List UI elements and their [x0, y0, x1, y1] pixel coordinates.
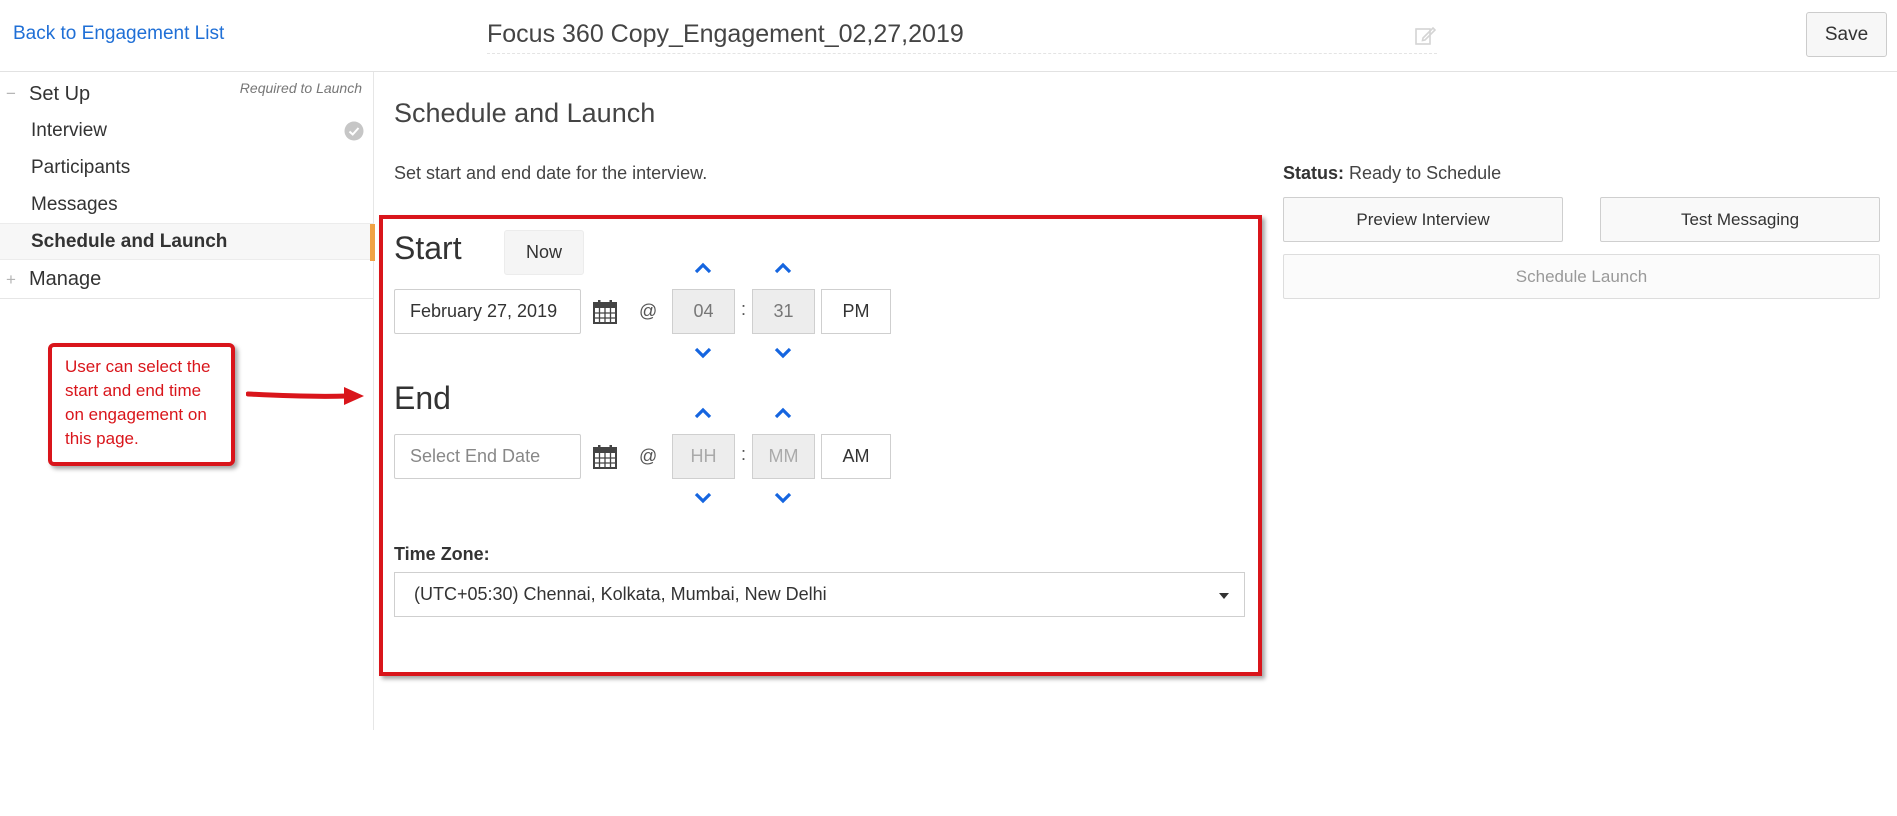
dropdown-caret-icon	[1219, 593, 1229, 599]
setup-section-header[interactable]: − Set Up Required to Launch	[0, 80, 374, 108]
hour-increment-chevron-up-icon[interactable]	[693, 406, 713, 420]
status-text: Status: Ready to Schedule	[1283, 163, 1501, 184]
collapse-icon[interactable]: −	[6, 84, 16, 104]
check-circle-icon	[344, 121, 364, 140]
page-title: Schedule and Launch	[394, 98, 656, 128]
minute-decrement-chevron-down-icon[interactable]	[773, 346, 793, 360]
sidebar-item-label: Participants	[31, 156, 131, 178]
sidebar-item-messages[interactable]: Messages	[0, 186, 374, 223]
start-ampm-toggle[interactable]: PM	[821, 289, 891, 334]
required-to-launch-note: Required to Launch	[239, 80, 362, 96]
start-label: Start	[394, 230, 462, 266]
save-button[interactable]: Save	[1806, 12, 1887, 57]
end-label: End	[394, 380, 451, 416]
sidebar-item-schedule-and-launch[interactable]: Schedule and Launch	[0, 223, 375, 261]
manage-section-header[interactable]: + Manage	[0, 261, 374, 299]
top-bar: Back to Engagement List Focus 360 Copy_E…	[0, 0, 1897, 72]
hour-increment-chevron-up-icon[interactable]	[693, 261, 713, 275]
end-minute-input[interactable]	[752, 434, 815, 479]
test-messaging-button[interactable]: Test Messaging	[1600, 197, 1880, 242]
hour-decrement-chevron-down-icon[interactable]	[693, 346, 713, 360]
setup-section-label[interactable]: Set Up	[29, 83, 90, 106]
sidebar-item-participants[interactable]: Participants	[0, 149, 374, 186]
page-description: Set start and end date for the interview…	[394, 163, 708, 183]
hour-decrement-chevron-down-icon[interactable]	[693, 491, 713, 505]
back-to-engagement-list-link[interactable]: Back to Engagement List	[13, 23, 224, 45]
end-ampm-toggle[interactable]: AM	[821, 434, 891, 479]
time-zone-label: Time Zone:	[394, 544, 490, 564]
status-label: Status:	[1283, 163, 1345, 183]
engagement-title-field[interactable]: Focus 360 Copy_Engagement_02,27,2019	[487, 18, 1437, 54]
at-separator: @	[639, 301, 658, 321]
minute-decrement-chevron-down-icon[interactable]	[773, 491, 793, 505]
schedule-launch-button[interactable]: Schedule Launch	[1283, 254, 1880, 299]
start-date-input[interactable]	[394, 289, 581, 334]
time-zone-select[interactable]: (UTC+05:30) Chennai, Kolkata, Mumbai, Ne…	[394, 572, 1245, 617]
calendar-icon[interactable]	[592, 299, 618, 325]
sidebar-item-interview[interactable]: Interview	[0, 112, 374, 149]
time-zone-selected-value: (UTC+05:30) Chennai, Kolkata, Mumbai, Ne…	[414, 584, 827, 604]
sidebar-item-label: Interview	[31, 119, 108, 141]
start-hour-input[interactable]	[672, 289, 735, 334]
engagement-title[interactable]: Focus 360 Copy_Engagement_02,27,2019	[487, 20, 964, 49]
start-minute-input[interactable]	[752, 289, 815, 334]
now-button[interactable]: Now	[504, 230, 584, 275]
edit-icon[interactable]	[1413, 24, 1437, 48]
minute-increment-chevron-up-icon[interactable]	[773, 406, 793, 420]
active-indicator	[370, 224, 375, 261]
annotation-callout: User can select the start and end time o…	[48, 343, 235, 466]
sidebar-item-label: Schedule and Launch	[31, 230, 228, 252]
minute-increment-chevron-up-icon[interactable]	[773, 261, 793, 275]
preview-interview-button[interactable]: Preview Interview	[1283, 197, 1563, 242]
expand-icon[interactable]: +	[6, 270, 16, 290]
annotation-arrow-icon	[246, 387, 364, 405]
calendar-icon[interactable]	[592, 444, 618, 470]
status-value: Ready to Schedule	[1349, 163, 1502, 183]
manage-section-label[interactable]: Manage	[29, 268, 101, 291]
end-hour-input[interactable]	[672, 434, 735, 479]
at-separator: @	[639, 446, 658, 466]
sidebar-item-label: Messages	[31, 193, 118, 215]
time-colon: :	[741, 444, 747, 464]
time-colon: :	[741, 299, 747, 319]
end-date-input[interactable]	[394, 434, 581, 479]
